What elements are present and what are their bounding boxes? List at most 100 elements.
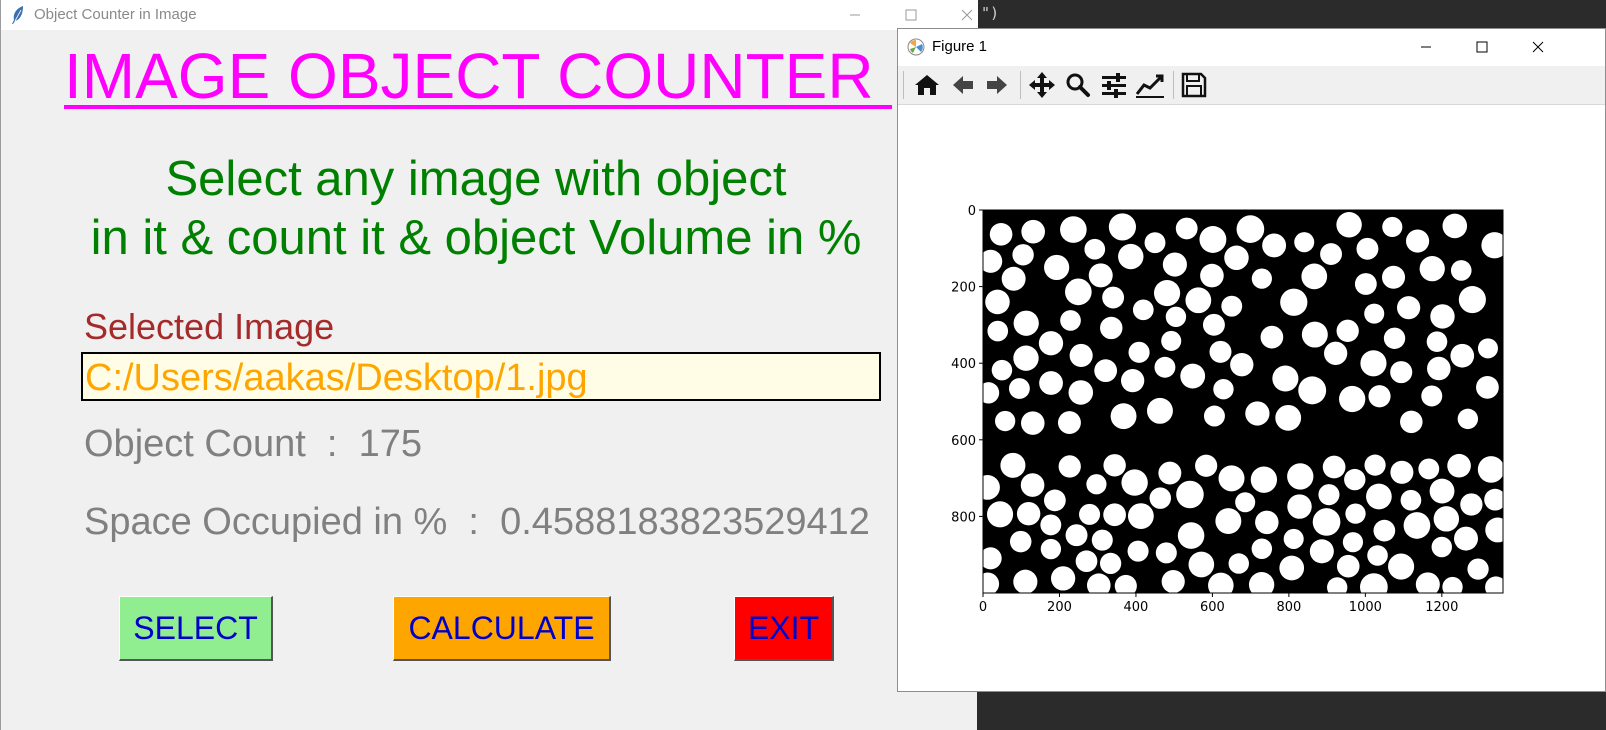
object-blob (1154, 356, 1176, 378)
selected-image-path-field[interactable]: C:/Users/aakas/Desktop/1.jpg (81, 352, 881, 401)
object-blob (1188, 551, 1215, 578)
object-blob (983, 475, 1000, 500)
object-blob (1283, 528, 1304, 549)
object-blob (985, 289, 1010, 315)
object-blob (1262, 233, 1287, 258)
object-blob (1065, 524, 1088, 547)
object-blob (1128, 341, 1150, 363)
object-blob (1364, 303, 1385, 324)
object-blob (1016, 502, 1041, 526)
object-blob (1382, 216, 1403, 238)
subplots-icon[interactable] (1098, 70, 1130, 100)
title-bar[interactable]: Object Counter in Image (1, 0, 978, 30)
object-blob (1094, 359, 1118, 383)
object-blob (1144, 232, 1166, 254)
figure-close-button[interactable] (1510, 29, 1566, 65)
object-blob (1221, 295, 1243, 317)
selected-image-path: C:/Users/aakas/Desktop/1.jpg (85, 357, 588, 399)
object-blob (1280, 288, 1308, 316)
calculate-button[interactable]: CALCULATE (393, 596, 611, 661)
object-blob (1228, 553, 1249, 574)
object-blob (1251, 268, 1272, 289)
y-tick-label: 200 (951, 281, 976, 296)
object-blob (1400, 489, 1422, 511)
object-blob (1294, 232, 1315, 253)
x-tick-label: 600 (1200, 600, 1225, 615)
object-blob (1322, 455, 1346, 479)
figure-maximize-button[interactable] (1454, 29, 1510, 65)
object-blob (1447, 453, 1471, 478)
object-blob (1418, 458, 1440, 480)
object-blob (1356, 237, 1379, 260)
object-blob (1165, 306, 1187, 327)
object-blob (1040, 514, 1062, 536)
object-blob (1038, 331, 1064, 356)
object-blob (1427, 356, 1451, 381)
object-blob (1450, 343, 1475, 368)
object-blob (1180, 363, 1206, 389)
home-icon[interactable] (911, 70, 943, 100)
object-blob (1318, 484, 1340, 506)
customize-icon[interactable] (1134, 70, 1166, 100)
object-blob (1433, 506, 1460, 532)
exit-button[interactable]: EXIT (734, 596, 834, 661)
object-blob (1287, 494, 1312, 519)
instruction-line-1: Select any image with object (165, 152, 787, 206)
object-blob (1185, 287, 1212, 314)
maximize-button[interactable] (883, 0, 939, 30)
object-blob (1176, 480, 1204, 509)
object-blob (1360, 573, 1388, 593)
object-blob (1146, 397, 1173, 424)
object-blob (995, 410, 1016, 432)
page-title: IMAGE OBJECT COUNTER (64, 40, 874, 112)
object-blob (1065, 278, 1092, 306)
object-blob (1012, 244, 1034, 266)
x-tick-label: 1000 (1349, 600, 1382, 615)
object-blob (1108, 213, 1136, 241)
object-blob (1248, 572, 1275, 593)
object-blob (1368, 385, 1391, 408)
back-icon[interactable] (947, 70, 979, 100)
object-blob (1044, 254, 1070, 281)
minimize-button[interactable] (827, 0, 883, 30)
figure-minimize-button[interactable] (1398, 29, 1454, 65)
object-blob (1301, 321, 1328, 348)
object-blob (1043, 489, 1066, 512)
object-blob (1099, 552, 1122, 575)
object-blob (1069, 343, 1093, 368)
object-blob (1060, 216, 1087, 243)
object-blob (1400, 410, 1423, 434)
object-blob (991, 359, 1013, 381)
object-blob (1301, 263, 1328, 290)
object-blob (1118, 243, 1144, 270)
title-underline (64, 105, 892, 109)
object-blob (1209, 340, 1232, 363)
select-button[interactable]: SELECT (119, 596, 273, 661)
object-blob (1235, 492, 1256, 513)
object-blob (1200, 263, 1224, 288)
save-icon[interactable] (1178, 70, 1210, 100)
object-blob (1088, 263, 1113, 288)
object-blob (1161, 569, 1185, 593)
object-blob (1255, 510, 1279, 535)
object-blob (1175, 217, 1198, 240)
object-blob (1162, 252, 1187, 277)
figure-title-bar[interactable]: Figure 1 (898, 29, 1605, 65)
pan-icon[interactable] (1026, 70, 1058, 100)
object-blob (1279, 555, 1305, 581)
object-blob (1467, 558, 1489, 580)
window-title: Object Counter in Image (34, 6, 197, 23)
object-blob (1008, 378, 1030, 399)
object-blob (1454, 526, 1478, 551)
object-blob (1345, 503, 1366, 524)
object-blob (1039, 371, 1063, 395)
object-blob (1442, 576, 1463, 593)
matplotlib-icon (907, 38, 925, 61)
close-button[interactable] (939, 0, 995, 30)
zoom-icon[interactable] (1062, 70, 1094, 100)
object-blob (1161, 330, 1182, 351)
object-blob (1000, 452, 1026, 478)
object-blob (1309, 539, 1334, 564)
forward-icon[interactable] (981, 70, 1013, 100)
plot-area[interactable]: 0 200 400 600 800 1000 1200 0 200 400 600 800 (898, 105, 1605, 691)
